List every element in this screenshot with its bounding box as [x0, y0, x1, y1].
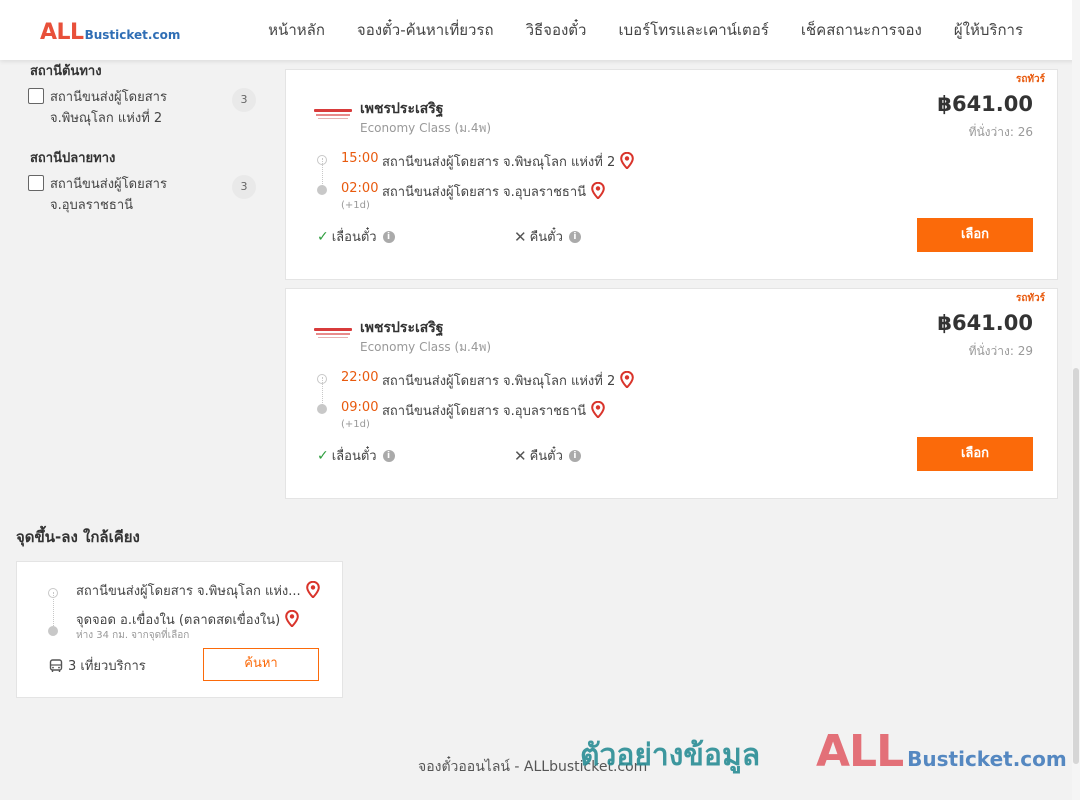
next-day-label: (+1d) [341, 419, 370, 430]
timeline-line [53, 592, 54, 630]
operator-name: เพชรประเสริฐ [360, 320, 444, 336]
cross-icon: ✕ [514, 227, 527, 246]
top-header: ALL Busticket.com หน้าหลัก จองตั๋ว-ค้นหา… [0, 0, 1080, 60]
nearby-route-card: สถานีขนส่งผู้โดยสาร จ.พิษณุโลก แห่ง... จ… [16, 561, 343, 698]
departure-stop: สถานีขนส่งผู้โดยสาร จ.พิษณุโลก แห่งที่ 2 [382, 370, 635, 391]
bus-type-tag: รถทัวร์ [1015, 74, 1045, 85]
cross-icon: ✕ [514, 446, 527, 465]
info-icon[interactable]: i [382, 449, 395, 462]
site-logo[interactable]: ALL Busticket.com [40, 20, 180, 45]
departure-time: 22:00 [341, 370, 379, 385]
nearby-trip-count-label: 3 เที่ยวบริการ [68, 659, 146, 674]
timeline-end-dot [48, 626, 58, 636]
dest-filter-label[interactable]: สถานีขนส่งผู้โดยสาร จ.อุบลราชธานี [50, 174, 210, 216]
nav-home[interactable]: หน้าหลัก [268, 18, 325, 42]
page-scrollbar[interactable] [1072, 0, 1080, 800]
nearby-trip-count: 3 เที่ยวบริการ [49, 655, 146, 676]
nearby-to-stop: จุดจอด อ.เขื่องใน (ตลาดสดเขื่องใน) [76, 609, 300, 630]
timeline-end-dot [317, 404, 327, 414]
watermark-logo-all: ALL [816, 726, 904, 777]
change-ticket-policy: ✓ เลื่อนตั๋ว i [317, 226, 395, 247]
nav-how-to-book[interactable]: วิธีจองตั๋ว [526, 18, 587, 42]
dest-checkbox[interactable] [28, 175, 44, 191]
origin-filter-title: สถานีต้นทาง [30, 64, 102, 79]
bus-class: Economy Class (ม.4พ) [360, 121, 492, 135]
main-nav: หน้าหลัก จองตั๋ว-ค้นหาเที่ยวรถ วิธีจองตั… [268, 0, 1023, 60]
scrollbar-thumb[interactable] [1073, 368, 1079, 764]
logo-all-text: ALL [40, 20, 84, 45]
nav-book-search[interactable]: จองตั๋ว-ค้นหาเที่ยวรถ [357, 18, 494, 42]
departure-time: 15:00 [341, 151, 379, 166]
operator-logo [314, 327, 352, 339]
map-pin-icon[interactable] [305, 581, 320, 598]
map-pin-icon[interactable] [620, 152, 635, 169]
dest-filter-option[interactable]: สถานีขนส่งผู้โดยสาร จ.อุบลราชธานี 3 [28, 175, 256, 219]
nearby-search-button[interactable]: ค้นหา [203, 648, 319, 681]
refund-ticket-label: คืนตั๋ว [529, 230, 563, 245]
operator-name: เพชรประเสริฐ [360, 101, 444, 117]
arrival-stop: สถานีขนส่งผู้โดยสาร จ.อุบลราชธานี [382, 400, 605, 421]
map-pin-icon[interactable] [620, 371, 635, 388]
trip-card: รถทัวร์ เพชรประเสริฐ Economy Class (ม.4พ… [285, 69, 1058, 280]
arrival-stop-label: สถานีขนส่งผู้โดยสาร จ.อุบลราชธานี [382, 185, 587, 200]
arrival-stop-label: สถานีขนส่งผู้โดยสาร จ.อุบลราชธานี [382, 404, 587, 419]
sample-watermark-text: ตัวอย่างข้อมูล [580, 738, 761, 773]
map-pin-icon[interactable] [591, 182, 605, 199]
dest-filter-title: สถานีปลายทาง [30, 151, 116, 166]
trip-price: ฿641.00 [937, 311, 1033, 335]
bus-type-tag: รถทัวร์ [1015, 293, 1045, 304]
timeline-line [322, 377, 323, 407]
departure-stop-label: สถานีขนส่งผู้โดยสาร จ.พิษณุโลก แห่งที่ 2 [382, 374, 616, 389]
logo-rest-text: Busticket.com [84, 28, 181, 42]
nearby-distance: ห่าง 34 กม. จากจุดที่เลือก [76, 630, 190, 641]
timeline-end-dot [317, 185, 327, 195]
refund-ticket-policy: ✕ คืนตั๋ว i [514, 445, 581, 466]
check-icon: ✓ [317, 447, 329, 464]
nav-operators[interactable]: ผู้ให้บริการ [954, 18, 1023, 42]
refund-ticket-label: คืนตั๋ว [529, 449, 563, 464]
timeline-line [322, 158, 323, 188]
check-icon: ✓ [317, 228, 329, 245]
change-ticket-label: เลื่อนตั๋ว [331, 230, 377, 245]
info-icon[interactable]: i [568, 449, 581, 462]
dest-count-badge: 3 [232, 175, 256, 199]
origin-filter-option[interactable]: สถานีขนส่งผู้โดยสาร จ.พิษณุโลก แห่งที่ 2… [28, 88, 256, 132]
nearby-section-title: จุดขึ้น-ลง ใกล้เคียง [16, 528, 140, 546]
map-pin-icon[interactable] [285, 610, 300, 627]
arrival-time: 09:00 [341, 400, 379, 415]
bus-class: Economy Class (ม.4พ) [360, 340, 492, 354]
departure-stop-label: สถานีขนส่งผู้โดยสาร จ.พิษณุโลก แห่งที่ 2 [382, 155, 616, 170]
nav-check-booking[interactable]: เช็คสถานะการจอง [801, 18, 922, 42]
departure-stop: สถานีขนส่งผู้โดยสาร จ.พิษณุโลก แห่งที่ 2 [382, 151, 635, 172]
bus-icon [49, 658, 63, 672]
nearby-to-label: จุดจอด อ.เขื่องใน (ตลาดสดเขื่องใน) [76, 613, 281, 628]
nearby-from-stop: สถานีขนส่งผู้โดยสาร จ.พิษณุโลก แห่ง... [76, 580, 320, 601]
operator-logo [314, 108, 352, 120]
watermark-logo: ALL Busticket.com [816, 726, 1067, 777]
info-icon[interactable]: i [568, 230, 581, 243]
map-pin-icon[interactable] [591, 401, 605, 418]
origin-filter-label[interactable]: สถานีขนส่งผู้โดยสาร จ.พิษณุโลก แห่งที่ 2 [50, 87, 210, 129]
seats-available: ที่นั่งว่าง: 29 [968, 344, 1033, 358]
select-trip-button[interactable]: เลือก [917, 437, 1033, 471]
change-ticket-policy: ✓ เลื่อนตั๋ว i [317, 445, 395, 466]
refund-ticket-policy: ✕ คืนตั๋ว i [514, 226, 581, 247]
seats-available: ที่นั่งว่าง: 26 [968, 125, 1033, 139]
arrival-stop: สถานีขนส่งผู้โดยสาร จ.อุบลราชธานี [382, 181, 605, 202]
watermark-logo-rest: Busticket.com [907, 747, 1067, 771]
nav-contact-counter[interactable]: เบอร์โทรและเคาน์เตอร์ [618, 18, 768, 42]
select-trip-button[interactable]: เลือก [917, 218, 1033, 252]
trip-price: ฿641.00 [937, 92, 1033, 116]
nearby-from-label: สถานีขนส่งผู้โดยสาร จ.พิษณุโลก แห่ง... [76, 584, 301, 599]
change-ticket-label: เลื่อนตั๋ว [331, 449, 377, 464]
trip-card: รถทัวร์ เพชรประเสริฐ Economy Class (ม.4พ… [285, 288, 1058, 499]
info-icon[interactable]: i [382, 230, 395, 243]
next-day-label: (+1d) [341, 200, 370, 211]
origin-checkbox[interactable] [28, 88, 44, 104]
arrival-time: 02:00 [341, 181, 379, 196]
origin-count-badge: 3 [232, 88, 256, 112]
